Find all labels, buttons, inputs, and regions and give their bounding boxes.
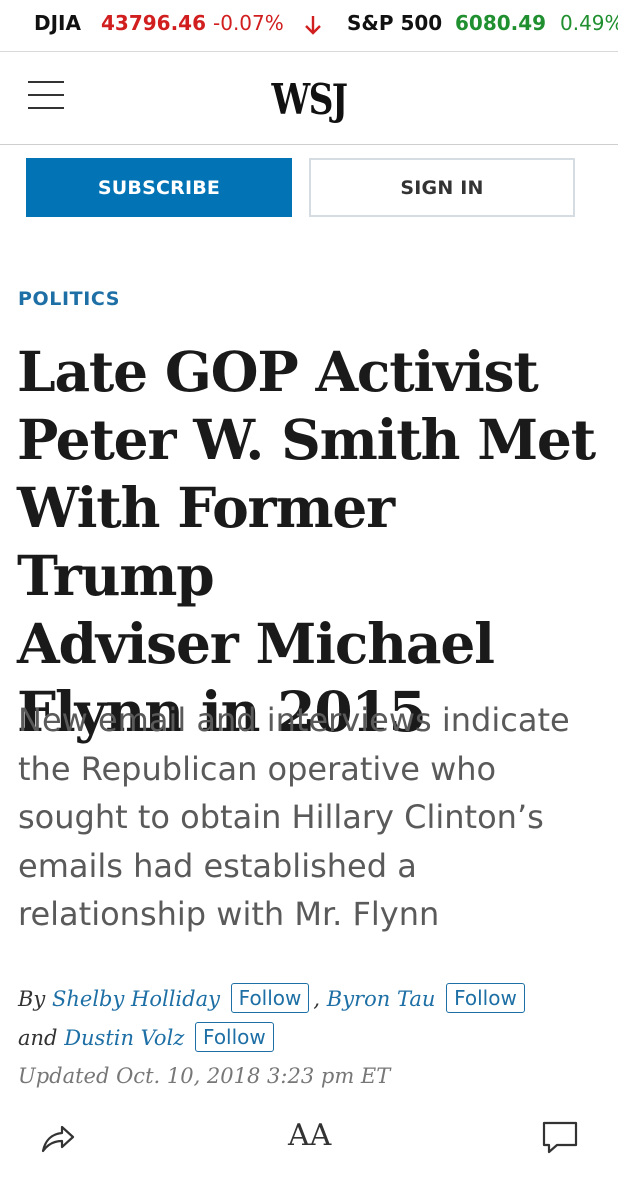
ticker-change-sp500: 0.49% xyxy=(560,11,618,35)
author-link-byron-tau[interactable]: Byron Tau xyxy=(327,987,436,1011)
subscribe-button[interactable]: SUBSCRIBE xyxy=(26,158,292,217)
wsj-logo[interactable]: WSJ xyxy=(56,75,563,124)
ticker-change-djia: -0.07% xyxy=(213,11,284,35)
byline-by: By xyxy=(18,987,46,1011)
summary-line: emails had established a xyxy=(18,846,417,885)
byline-line-1: By Shelby Holliday Follow, Byron Tau Fol… xyxy=(18,980,608,1019)
ticker-value-sp500: 6080.49 xyxy=(455,11,547,35)
section-label[interactable]: POLITICS xyxy=(18,288,120,310)
byline-line-2: and Dustin Volz Follow xyxy=(18,1019,608,1058)
headline-line: Adviser Michael xyxy=(17,611,495,676)
ticker-name-sp500: S&P 500 xyxy=(347,11,443,35)
summary-line: the Republican operative who xyxy=(18,749,497,788)
market-ticker[interactable]: DJIA 43796.46 -0.07% S&P 500 6080.49 0.4… xyxy=(0,0,618,52)
sign-in-button[interactable]: SIGN IN xyxy=(309,158,575,217)
summary-line: relationship with Mr. Flynn xyxy=(18,895,440,933)
updated-timestamp: Updated Oct. 10, 2018 3:23 pm ET xyxy=(18,1064,391,1088)
ticker-name-djia: DJIA xyxy=(34,11,81,35)
text-size-icon[interactable]: AA xyxy=(288,1118,334,1158)
byline: By Shelby Holliday Follow, Byron Tau Fol… xyxy=(18,980,608,1058)
share-icon[interactable] xyxy=(38,1118,78,1158)
arrow-down-icon xyxy=(305,16,321,35)
summary-line: sought to obtain Hillary Clinton’s xyxy=(18,798,544,836)
headline-line: Peter W. Smith Met xyxy=(17,407,596,472)
follow-button-byron-tau[interactable]: Follow xyxy=(446,983,525,1013)
comment-icon[interactable] xyxy=(540,1118,580,1158)
follow-button-dustin-volz[interactable]: Follow xyxy=(195,1022,274,1052)
author-link-dustin-volz[interactable]: Dustin Volz xyxy=(64,1026,184,1050)
byline-comma: , xyxy=(313,987,321,1011)
headline-line: Late GOP Activist xyxy=(17,339,539,404)
follow-button-shelby-holliday[interactable]: Follow xyxy=(230,983,310,1013)
article-summary: New email and interviews indicate the Re… xyxy=(18,696,610,939)
headline-line: With Former Trump xyxy=(17,475,395,608)
ticker-value-djia: 43796.46 xyxy=(101,11,207,35)
article-headline: Late GOP Activist Peter W. Smith Met Wit… xyxy=(17,338,607,746)
byline-and: and xyxy=(18,1026,58,1050)
author-link-shelby-holliday[interactable]: Shelby Holliday xyxy=(52,987,220,1011)
summary-line: New email and interviews indicate xyxy=(18,701,570,739)
site-header: WSJ xyxy=(0,53,618,145)
